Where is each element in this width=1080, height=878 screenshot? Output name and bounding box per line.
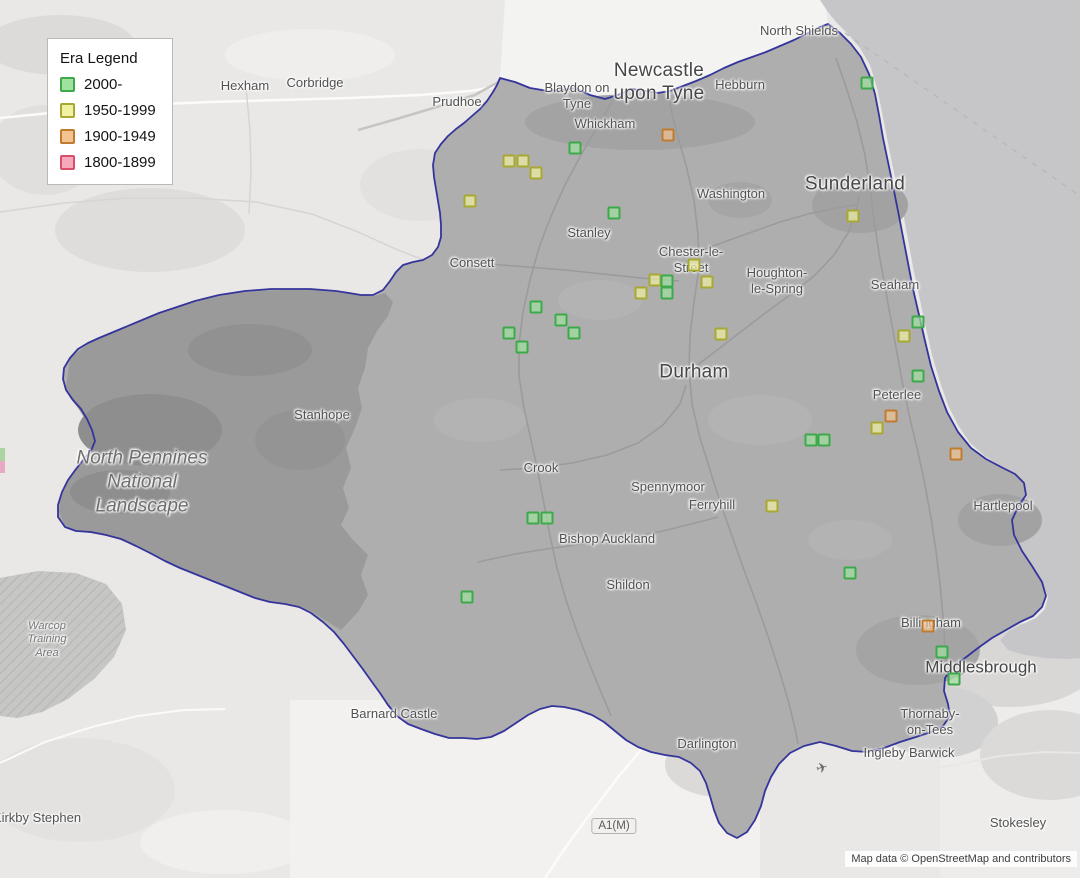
- place-label-peterlee: Peterlee: [873, 387, 921, 403]
- map-marker-2000[interactable]: [608, 207, 621, 220]
- place-label-washington: Washington: [697, 186, 765, 202]
- place-label-hartlepool: Hartlepool: [973, 498, 1032, 514]
- map-marker-1950-1999[interactable]: [701, 276, 714, 289]
- place-label-stanhope: Stanhope: [294, 407, 350, 423]
- map-marker-1900-1949[interactable]: [922, 620, 935, 633]
- legend-label: 2000-: [84, 76, 122, 93]
- map-marker-1950-1999[interactable]: [464, 195, 477, 208]
- map-marker-1950-1999[interactable]: [847, 210, 860, 223]
- map-marker-2000[interactable]: [530, 301, 543, 314]
- legend-label: 1900-1949: [84, 128, 156, 145]
- legend-row-2000: 2000-: [60, 76, 156, 93]
- map-marker-2000[interactable]: [503, 327, 516, 340]
- map-marker-2000[interactable]: [555, 314, 568, 327]
- map-marker-2000[interactable]: [516, 341, 529, 354]
- place-label-north-shields: North Shields: [760, 23, 838, 39]
- legend-row-1900-1949: 1900-1949: [60, 128, 156, 145]
- road-badge-a1m: A1(M): [591, 818, 636, 834]
- legend-items: 2000- 1950-1999 1900-1949 1800-1899: [60, 76, 156, 171]
- map-marker-2000[interactable]: [461, 591, 474, 604]
- map-marker-2000[interactable]: [568, 327, 581, 340]
- map-marker-1900-1949[interactable]: [885, 410, 898, 423]
- map-marker-2000[interactable]: [805, 434, 818, 447]
- place-label-seaham: Seaham: [871, 277, 919, 293]
- place-label-thornaby-on-tees: Thornaby- on-Tees: [900, 706, 959, 738]
- era-legend: Era Legend 2000- 1950-1999 1900-1949 1800-1…: [47, 38, 173, 185]
- legend-swatch-icon: [60, 77, 75, 92]
- place-label-spennymoor: Spennymoor: [631, 479, 705, 495]
- place-label-blaydon-on-tyne: Blaydon on Tyne: [544, 80, 609, 112]
- map-marker-2000[interactable]: [912, 370, 925, 383]
- place-label-shildon: Shildon: [606, 577, 649, 593]
- legend-swatch-icon: [60, 129, 75, 144]
- place-label-barnard-castle: Barnard Castle: [351, 706, 438, 722]
- place-label-darlington: Darlington: [677, 736, 736, 752]
- place-label-durham: Durham: [659, 360, 728, 383]
- map-marker-1950-1999[interactable]: [715, 328, 728, 341]
- place-label-ferryhill: Ferryhill: [689, 497, 735, 513]
- map-marker-1950-1999[interactable]: [688, 259, 701, 272]
- map-marker-2000[interactable]: [912, 316, 925, 329]
- place-label-north-pennines-national-landscape: North Pennines National Landscape: [77, 446, 208, 517]
- map-marker-1950-1999[interactable]: [517, 155, 530, 168]
- place-label-newcastle-upon-tyne: Newcastle upon Tyne: [613, 59, 704, 105]
- place-label-middlesbrough: Middlesbrough: [925, 658, 1037, 679]
- legend-label: 1950-1999: [84, 102, 156, 119]
- map-marker-1950-1999[interactable]: [503, 155, 516, 168]
- place-label-consett: Consett: [450, 255, 495, 271]
- map-marker-1950-1999[interactable]: [635, 287, 648, 300]
- place-label-kirkby-stephen: Kirkby Stephen: [0, 810, 81, 826]
- place-label-warcop-training-area: Warcop Training Area: [28, 620, 67, 660]
- place-label-ingleby-barwick: Ingleby Barwick: [863, 745, 954, 761]
- map-marker-1900-1949[interactable]: [662, 129, 675, 142]
- place-label-bishop-auckland: Bishop Auckland: [559, 531, 655, 547]
- map-marker-1950-1999[interactable]: [898, 330, 911, 343]
- legend-label: 1800-1899: [84, 154, 156, 171]
- map-marker-1950-1999[interactable]: [530, 167, 543, 180]
- map-marker-2000[interactable]: [948, 673, 961, 686]
- map-marker-1900-1949[interactable]: [950, 448, 963, 461]
- legend-swatch-icon: [60, 103, 75, 118]
- place-label-crook: Crook: [524, 460, 559, 476]
- place-label-houghton-le-spring: Houghton- le-Spring: [747, 265, 808, 297]
- map-marker-2000[interactable]: [527, 512, 540, 525]
- place-label-hebburn: Hebburn: [715, 77, 765, 93]
- map-marker-1950-1999[interactable]: [871, 422, 884, 435]
- map-marker-1950-1999[interactable]: [766, 500, 779, 513]
- map-marker-2000[interactable]: [569, 142, 582, 155]
- place-label-corbridge: Corbridge: [286, 75, 343, 91]
- map-attribution: Map data © OpenStreetMap and contributor…: [845, 851, 1077, 867]
- map-marker-2000[interactable]: [541, 512, 554, 525]
- place-label-whickham: Whickham: [575, 116, 636, 132]
- map-marker-2000[interactable]: [818, 434, 831, 447]
- map-marker-2000[interactable]: [661, 287, 674, 300]
- map-marker-2000[interactable]: [936, 646, 949, 659]
- legend-row-1800-1899: 1800-1899: [60, 154, 156, 171]
- place-label-sunderland: Sunderland: [805, 172, 905, 195]
- place-label-hexham: Hexham: [221, 78, 269, 94]
- place-label-stokesley: Stokesley: [990, 815, 1046, 831]
- legend-swatch-icon: [60, 155, 75, 170]
- place-label-stanley: Stanley: [567, 225, 610, 241]
- legend-row-1950-1999: 1950-1999: [60, 102, 156, 119]
- legend-title: Era Legend: [60, 50, 156, 67]
- map-marker-2000[interactable]: [844, 567, 857, 580]
- place-label-prudhoe: Prudhoe: [432, 94, 481, 110]
- map-marker-2000[interactable]: [861, 77, 874, 90]
- map-canvas[interactable]: North Shields Newcastle upon Tyne Hebburn H…: [0, 0, 1080, 878]
